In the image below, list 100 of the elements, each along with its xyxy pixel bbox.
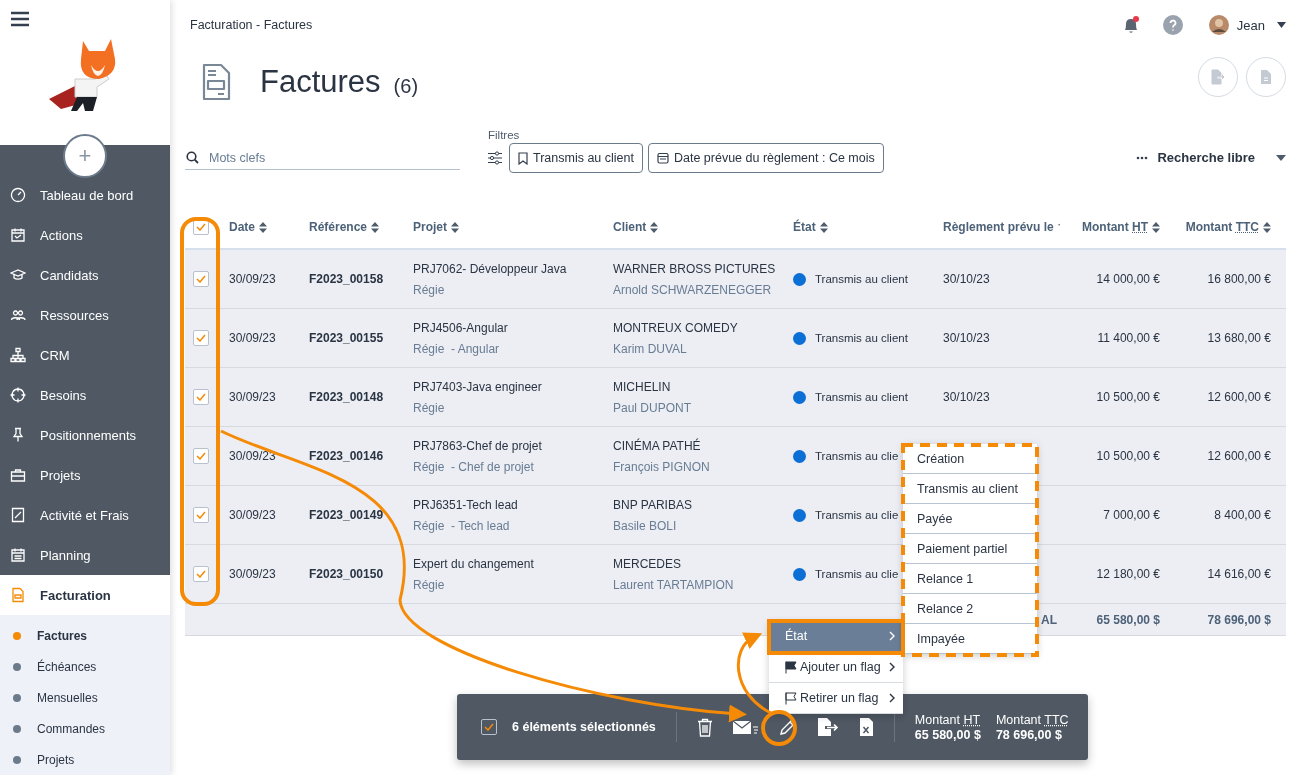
table-row[interactable]: 30/09/23 F2023_00158 PRJ7062- Développeur Java Régie WARNER BROSS PICTURES Arnold SCHWARZENEGGER Transmis au client 30/10/23 14 000,00 € 16 800,00 € (185, 250, 1286, 309)
menu-item[interactable]: Paiement partiel (903, 534, 1037, 564)
highlight-circle (761, 710, 797, 746)
client-name: MONTREUX COMEDY (613, 320, 738, 335)
total-amount: 65 580,00 $ (1096, 612, 1160, 627)
table-row[interactable]: 30/09/23 F2023_00148 PRJ7403-Java engineer Régie MICHELIN Paul DUPONT Transmis au client 30/10/23 10 500,00 € 12 600,00 € (185, 368, 1286, 427)
client-name: CINÉMA PATHÉ (613, 438, 701, 453)
sidebar-item[interactable]: Besoins (0, 375, 170, 415)
submenu-item[interactable]: Commandes (0, 713, 170, 744)
row-checkbox[interactable] (193, 271, 209, 287)
envelope-icon[interactable] (732, 719, 759, 735)
sidebar-item[interactable]: Planning (0, 535, 170, 575)
sidebar-item[interactable]: CRM (0, 335, 170, 375)
project-name: PRJ6351-Tech lead (413, 497, 518, 512)
menu-item[interactable]: Ajouter un flag (769, 652, 903, 683)
contact-name[interactable]: François PIGNON (613, 459, 710, 474)
search-field[interactable]: Mots clefs (185, 146, 460, 170)
contact-name[interactable]: Arnold SCHWARZENEGGER (613, 282, 772, 297)
sidebar-item[interactable]: Positionnements (0, 415, 170, 455)
caret-icon[interactable] (1277, 22, 1286, 28)
help-icon[interactable] (1162, 15, 1183, 35)
sort-icon[interactable] (1152, 221, 1160, 233)
status-text: Transmis au client (815, 391, 908, 403)
sidebar-item[interactable]: Ressources (0, 295, 170, 335)
free-search-button[interactable]: Recherche libre (1136, 150, 1286, 165)
sort-icon[interactable] (259, 221, 267, 233)
row-checkbox[interactable] (193, 448, 209, 464)
column-header[interactable]: Montant HT (1082, 220, 1148, 234)
menu-icon[interactable] (11, 11, 29, 27)
amount-cell: 7 000,00 € (1103, 508, 1160, 522)
checkmark-icon (196, 223, 206, 231)
project-detail: Régie - Angular (413, 341, 500, 356)
column-header[interactable]: Montant TTC (1185, 220, 1259, 234)
file-export-icon (1210, 69, 1226, 85)
flag-icon (785, 660, 797, 674)
date-cell: 30/10/23 (943, 272, 990, 286)
row-checkbox[interactable] (193, 566, 209, 582)
reference-cell: F2023_00149 (309, 508, 384, 522)
trash-icon[interactable] (696, 717, 713, 737)
date-cell: 30/09/23 (229, 390, 276, 404)
excel-file-icon[interactable] (858, 717, 874, 737)
total-amount: 78 696,00 $ (1207, 612, 1271, 627)
column-header[interactable]: Projet (413, 220, 447, 234)
menu-item[interactable]: Transmis au client (903, 474, 1037, 504)
column-header[interactable]: État (793, 220, 816, 234)
sidebar-item[interactable]: Facturation (0, 575, 170, 615)
sort-icon[interactable] (1263, 221, 1271, 233)
date-cell: 30/09/23 (229, 449, 276, 463)
crosshair-icon (10, 387, 26, 403)
filter-chip[interactable]: Transmis au client (509, 143, 643, 173)
filter-chip[interactable]: Date prévue du règlement : Ce mois (647, 143, 884, 173)
sort-icon[interactable] (819, 221, 828, 233)
sort-icon[interactable] (451, 221, 459, 233)
sidebar-item[interactable]: Candidats (0, 255, 170, 295)
project-name: Expert du changement (413, 556, 534, 571)
contact-name[interactable]: Basile BOLI (613, 518, 677, 533)
contact-name[interactable]: Karim DUVAL (613, 341, 687, 356)
menu-item[interactable]: Impayée (903, 624, 1037, 654)
sort-icon[interactable] (371, 221, 380, 233)
menu-item[interactable]: Payée (903, 504, 1037, 534)
menu-item[interactable]: Relance 2 (903, 594, 1037, 624)
table-row[interactable]: 30/09/23 F2023_00155 PRJ4506-Angular Régie - Angular MONTREUX COMEDY Karim DUVAL Transmis au client 30/10/23 11 400,00 € 13 680,00 € (185, 309, 1286, 368)
column-header[interactable]: Règlement prévu le (943, 220, 1054, 234)
column-header[interactable]: Référence (309, 220, 368, 234)
reference-cell: F2023_00155 (309, 331, 384, 345)
chevron-right-icon (889, 693, 895, 703)
search-icon (186, 151, 199, 164)
briefcase-icon (10, 467, 26, 483)
user-name[interactable]: Jean (1236, 17, 1265, 33)
submenu-item[interactable]: Projets (0, 744, 170, 775)
amount-cell: 11 400,00 € (1097, 331, 1160, 345)
menu-item[interactable]: Relance 1 (903, 564, 1037, 594)
sidebar-item[interactable]: Activité et Frais (0, 495, 170, 535)
row-checkbox[interactable] (193, 389, 209, 405)
column-header[interactable]: Client (613, 220, 647, 234)
menu-item[interactable]: Création (903, 444, 1037, 474)
avatar-icon[interactable] (1208, 15, 1229, 35)
contact-name[interactable]: Laurent TARTAMPION (613, 577, 734, 592)
row-checkbox[interactable] (193, 330, 209, 346)
submenu-item[interactable]: Mensuelles (0, 682, 170, 713)
file-export-icon[interactable] (816, 717, 839, 737)
selection-count: 6 éléments sélectionnés (512, 720, 656, 734)
sidebar-item[interactable]: Tableau de bord (0, 175, 170, 215)
submenu-item[interactable]: Échéances (0, 651, 170, 682)
client-name: MICHELIN (613, 379, 671, 394)
sort-icon[interactable] (650, 221, 659, 233)
sliders-icon[interactable] (488, 151, 502, 165)
contact-name[interactable]: Paul DUPONT (613, 400, 692, 415)
submenu-item[interactable]: Factures (0, 620, 170, 651)
sidebar-item[interactable]: Projets (0, 455, 170, 495)
chevron-right-icon (889, 631, 895, 641)
sidebar-item[interactable]: Actions (0, 215, 170, 255)
status-text: Transmis au clie (815, 450, 899, 462)
row-checkbox[interactable] (193, 507, 209, 523)
document-icon (10, 587, 26, 603)
calendar-icon (10, 227, 26, 243)
selection-checkbox[interactable] (481, 719, 497, 735)
flag-icon (785, 691, 797, 705)
column-header[interactable]: Date (229, 220, 255, 234)
client-name: WARNER BROSS PICTURES (613, 261, 776, 276)
